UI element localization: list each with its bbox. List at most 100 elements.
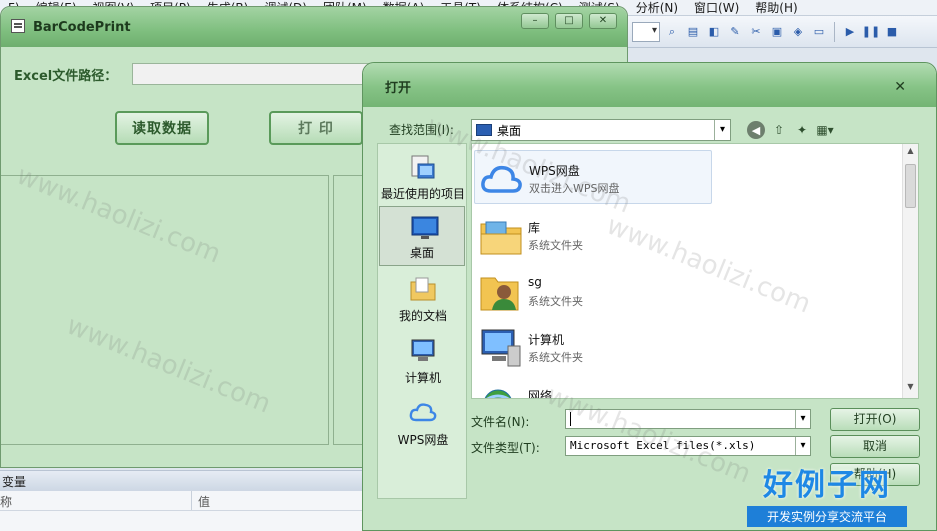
place-label: 桌面 [409, 246, 434, 260]
find-icon[interactable]: ⌕ [663, 23, 681, 41]
network-icon [484, 389, 512, 398]
filename-input[interactable]: ▾ [565, 409, 811, 429]
filetype-label: 文件类型(T): [471, 441, 540, 455]
cancel-button[interactable]: 取消 [830, 435, 920, 458]
ide-menu-item[interactable]: 分析(N) [628, 0, 686, 15]
filename-label: 文件名(N): [471, 415, 530, 429]
look-in-value: 桌面 [497, 123, 522, 138]
places-bar: 最近使用的项目 桌面 我的文档 计算机 WPS网盘 [377, 143, 467, 499]
new-folder-icon[interactable]: ✦ [793, 121, 811, 139]
ide-menu-item[interactable]: 窗口(W) [686, 0, 747, 15]
column-name-header[interactable]: 称 [0, 491, 192, 510]
toolbar-separator [834, 21, 835, 42]
brand-subtitle: 开发实例分享交流平台 [747, 506, 907, 527]
printer-icon [11, 19, 25, 33]
file-name: sg [528, 275, 542, 289]
dialog-titlebar: 打开 ✕ [363, 63, 936, 107]
open-button[interactable]: 打开(O) [830, 408, 920, 431]
minimize-button[interactable]: – [521, 13, 549, 29]
data-panel-left [1, 175, 329, 445]
computer-icon [411, 339, 435, 361]
window-controls: – □ ✕ [521, 13, 617, 29]
list-item[interactable]: 计算机 系统文件夹 [474, 320, 712, 374]
properties-icon[interactable]: ▤ [684, 23, 702, 41]
dialog-nav-toolbar: ◀ ⇧ ✦ ▦▾ [747, 121, 834, 139]
variables-panel-title: 变量 [0, 471, 380, 491]
place-computer[interactable]: 计算机 [378, 330, 468, 390]
dialog-title: 打开 [385, 81, 412, 96]
back-icon[interactable]: ◀ [747, 121, 765, 139]
start-debug-icon[interactable]: ▶ [841, 23, 859, 41]
dialog-close-icon[interactable]: ✕ [894, 79, 906, 95]
file-description: 双击进入WPS网盘 [529, 182, 620, 195]
maximize-button[interactable]: □ [555, 13, 583, 29]
list-item[interactable]: sg 系统文件夹 [474, 264, 712, 318]
pause-icon[interactable]: ❚❚ [862, 23, 880, 41]
toolbox-icon[interactable]: ✎ [726, 23, 744, 41]
look-in-label: 查找范围(I): [389, 123, 454, 137]
print-button[interactable]: 打 印 [269, 111, 363, 145]
scroll-down-icon[interactable]: ▼ [903, 382, 918, 396]
start-page-icon[interactable]: ▣ [768, 23, 786, 41]
file-list: WPS网盘 双击进入WPS网盘 库 系统文件夹 sg 系统文件夹 计算机 系统文… [471, 143, 919, 399]
cloud-icon [409, 403, 437, 422]
object-browser-icon[interactable]: ◧ [705, 23, 723, 41]
desktop-icon [411, 216, 439, 239]
variables-panel: 变量 称 值 [0, 470, 380, 531]
file-description: 系统文件夹 [528, 295, 583, 308]
place-label: 最近使用的项目 [380, 187, 465, 201]
place-recent[interactable]: 最近使用的项目 [378, 146, 468, 206]
scroll-thumb[interactable] [905, 164, 916, 208]
excel-path-label: Excel文件路径： [14, 69, 118, 84]
place-documents[interactable]: 我的文档 [378, 268, 468, 328]
excel-path-input[interactable] [132, 63, 372, 85]
place-label: 计算机 [404, 371, 441, 385]
file-description: 系统文件夹 [528, 239, 583, 252]
chevron-down-icon[interactable]: ▾ [714, 120, 730, 140]
solution-config-combo[interactable] [632, 21, 660, 42]
app-titlebar: BarCodePrint – □ ✕ [1, 7, 627, 47]
file-list-scrollbar[interactable]: ▲ ▼ [902, 144, 918, 398]
file-name: WPS网盘 [529, 164, 580, 178]
read-data-button[interactable]: 读取数据 [115, 111, 209, 145]
extension-icon[interactable]: ◈ [789, 23, 807, 41]
chevron-down-icon[interactable]: ▾ [795, 410, 810, 428]
ide-menu-item[interactable]: 帮助(H) [747, 0, 805, 15]
variables-columns: 称 值 [0, 491, 380, 511]
file-description: 系统文件夹 [528, 351, 583, 364]
place-desktop[interactable]: 桌面 [379, 206, 465, 266]
list-item[interactable]: 网络 [474, 376, 712, 399]
place-label: 我的文档 [398, 309, 447, 323]
file-name: 网络 [528, 389, 553, 399]
cloud-icon [481, 165, 522, 193]
desktop-icon [476, 124, 492, 136]
user-folder-icon [480, 277, 519, 311]
look-in-combo[interactable]: 桌面 ▾ [471, 119, 731, 141]
filetype-value: Microsoft Excel files(*.xls) [570, 439, 756, 452]
file-name: 库 [528, 221, 541, 235]
place-label: WPS网盘 [397, 433, 449, 447]
view-menu-icon[interactable]: ▦▾ [816, 121, 834, 139]
app-title: BarCodePrint [33, 19, 131, 35]
documents-folder-icon [410, 277, 436, 301]
brand-title: 好例子网 [763, 468, 891, 503]
list-item[interactable]: 库 系统文件夹 [474, 208, 712, 262]
ide-toolbar: ⌕ ▤ ◧ ✎ ✂ ▣ ◈ ▭ ▶ ❚❚ ■ [628, 16, 937, 48]
filetype-select[interactable]: Microsoft Excel files(*.xls) ▾ [565, 436, 811, 456]
file-name: 计算机 [528, 333, 565, 347]
stop-icon[interactable]: ■ [883, 23, 901, 41]
tools-icon[interactable]: ✂ [747, 23, 765, 41]
command-window-icon[interactable]: ▭ [810, 23, 828, 41]
computer-icon [481, 329, 521, 367]
up-folder-icon[interactable]: ⇧ [770, 121, 788, 139]
column-value-header[interactable]: 值 [192, 491, 210, 510]
chevron-down-icon[interactable]: ▾ [795, 437, 810, 455]
close-button[interactable]: ✕ [589, 13, 617, 29]
text-caret [570, 412, 571, 426]
brand-watermark: 好例子网 开发实例分享交流平台 [747, 460, 907, 527]
recent-items-icon [411, 155, 435, 179]
list-item[interactable]: WPS网盘 双击进入WPS网盘 [474, 150, 712, 204]
place-wps-cloud[interactable]: WPS网盘 [378, 392, 468, 452]
scroll-up-icon[interactable]: ▲ [903, 146, 918, 160]
library-folder-icon [480, 221, 522, 255]
